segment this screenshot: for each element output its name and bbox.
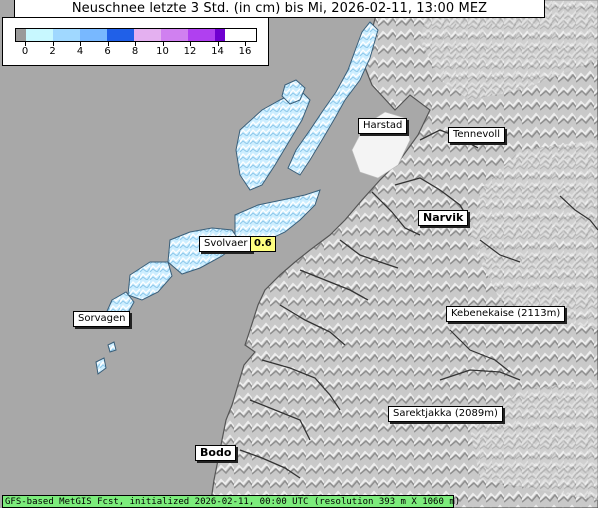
place-label-narvik: Narvik (418, 210, 469, 226)
legend-tick-label: 16 (238, 46, 252, 57)
terrain-map (0, 0, 598, 508)
legend-segment (107, 29, 134, 41)
place-label-kebnekaise: Kebenekaise (2113m) (446, 306, 566, 322)
legend-color-bar (15, 28, 257, 42)
snow-value-svolvaer: 0.6 (250, 236, 276, 252)
legend-segment (53, 29, 80, 41)
legend-tick-label: 0 (21, 46, 29, 57)
legend-tick-label: 10 (156, 46, 169, 57)
legend-segment (26, 29, 53, 41)
snow-legend: 0 2 4 6 8 10 12 14 16 (2, 17, 269, 66)
legend-tick-label: 12 (183, 46, 197, 57)
legend-tick-label: 4 (76, 46, 84, 57)
legend-segment (80, 29, 107, 41)
map-title: Neuschnee letzte 3 Std. (in cm) bis Mi, … (14, 0, 545, 18)
place-label-bodo: Bodo (195, 445, 237, 461)
legend-tick-label: 8 (131, 46, 139, 57)
forecast-info-footer: GFS-based MetGIS Fcst, initialized 2026-… (2, 495, 460, 508)
place-label-sorvagen: Sorvagen (73, 311, 131, 327)
legend-tick-label: 2 (49, 46, 56, 57)
place-label-tennevoll: Tennevoll (448, 127, 505, 143)
legend-segment (161, 29, 188, 41)
legend-tick-label: 6 (104, 46, 111, 57)
legend-segment (188, 29, 215, 41)
legend-segment (16, 29, 26, 41)
map-stage: Neuschnee letzte 3 Std. (in cm) bis Mi, … (0, 0, 598, 508)
place-label-harstad: Harstad (358, 118, 408, 134)
legend-segment (134, 29, 161, 41)
legend-segment (215, 29, 225, 41)
legend-tick-label: 14 (211, 46, 224, 57)
place-label-sarektjakka: Sarektjakka (2089m) (388, 406, 503, 422)
place-label-svolvaer: Svolvaer (199, 236, 253, 252)
